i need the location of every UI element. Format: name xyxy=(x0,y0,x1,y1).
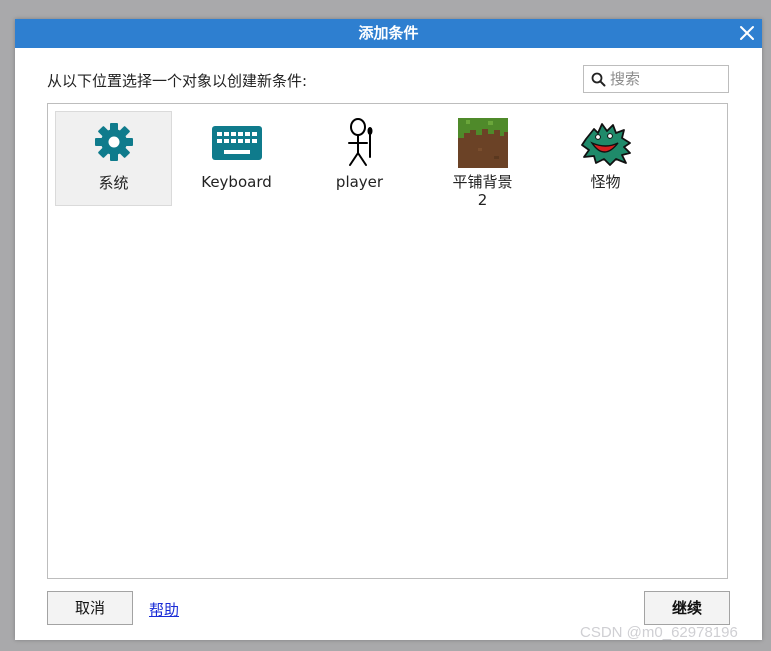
gear-icon xyxy=(94,123,133,161)
object-label: Keyboard xyxy=(201,173,272,191)
object-item-player[interactable]: player xyxy=(301,111,418,206)
search-box[interactable] xyxy=(583,65,729,93)
object-label: 平铺背景 2 xyxy=(452,173,513,209)
monster-icon xyxy=(580,123,631,166)
search-input[interactable] xyxy=(610,68,722,90)
continue-button[interactable]: 继续 xyxy=(644,591,730,625)
object-label: player xyxy=(335,173,384,191)
add-condition-dialog: 添加条件 从以下位置选择一个对象以创建新条件: 搜索 系统 Keyboard p… xyxy=(15,19,762,640)
help-link[interactable]: 帮助 xyxy=(149,599,179,620)
search-icon xyxy=(591,72,606,87)
object-item-tiled-background[interactable]: 平铺背景 2 xyxy=(424,111,541,209)
close-icon[interactable] xyxy=(738,24,756,42)
object-item-monster[interactable]: 怪物 xyxy=(547,111,664,206)
object-list: 系统 Keyboard player 平铺背景 2 怪物 xyxy=(47,103,728,579)
grass-tile-icon xyxy=(457,118,508,168)
watermark: CSDN @m0_62978196 xyxy=(580,624,738,641)
object-item-keyboard[interactable]: Keyboard xyxy=(178,111,295,206)
stick-figure-icon xyxy=(347,118,372,166)
cancel-button[interactable]: 取消 xyxy=(47,591,133,625)
keyboard-icon xyxy=(211,126,262,160)
object-label: 系统 xyxy=(98,174,129,192)
instruction-text: 从以下位置选择一个对象以创建新条件: xyxy=(47,72,308,90)
object-item-system[interactable]: 系统 xyxy=(55,111,172,206)
title-bar: 添加条件 xyxy=(15,19,762,48)
dialog-title: 添加条件 xyxy=(358,24,419,42)
object-label: 怪物 xyxy=(590,173,621,191)
